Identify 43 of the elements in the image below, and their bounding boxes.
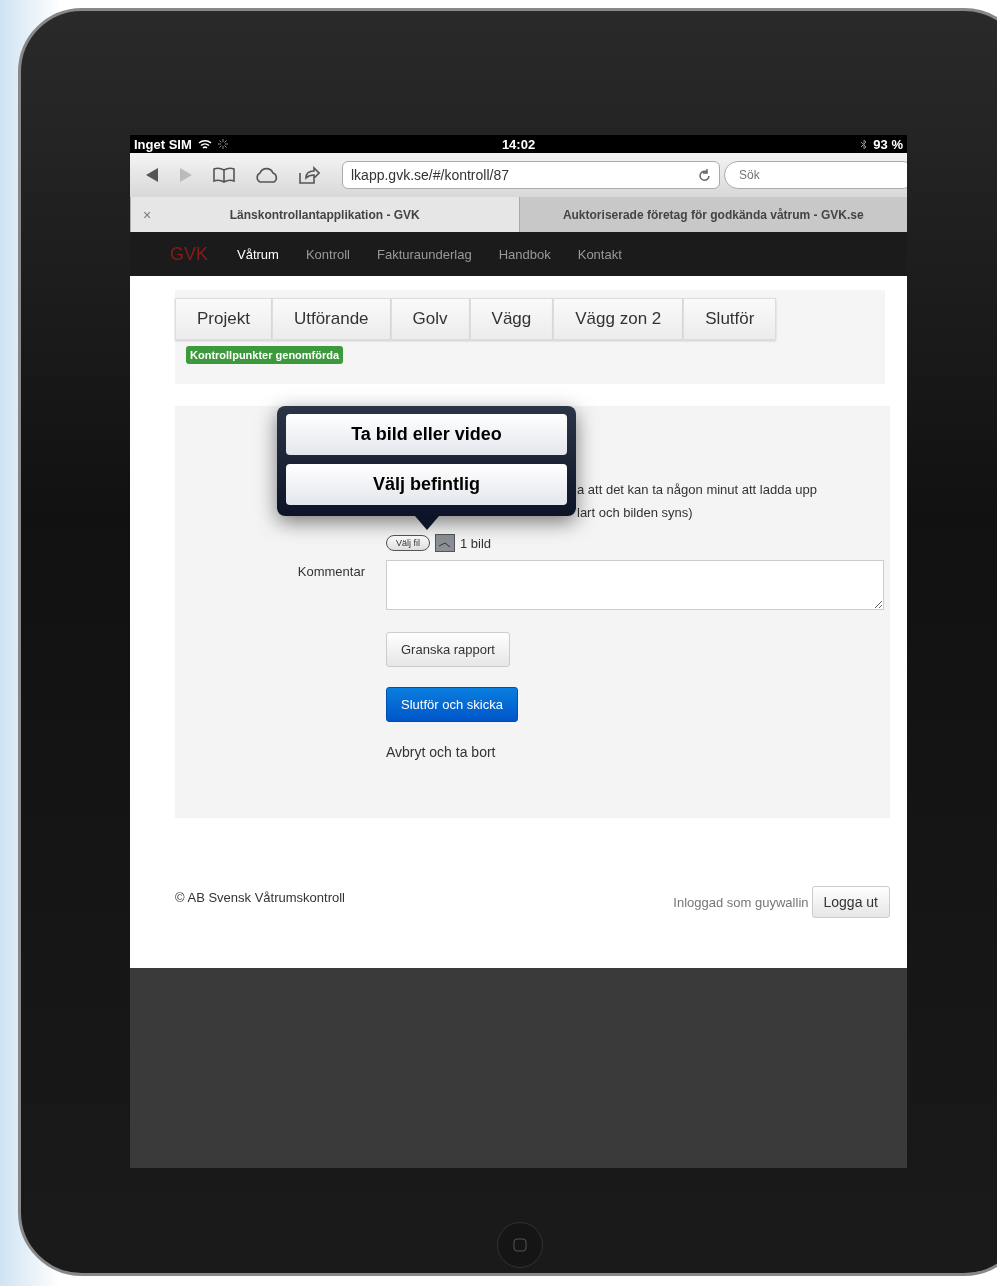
close-tab-icon[interactable]: ×: [143, 206, 152, 223]
reload-icon[interactable]: [698, 168, 711, 182]
step-tab[interactable]: Vägg zon 2: [553, 298, 684, 340]
submit-button[interactable]: Slutför och skicka: [386, 687, 518, 722]
nav-link[interactable]: Kontroll: [305, 246, 350, 262]
popover-arrow-icon: [415, 516, 439, 530]
file-count: 1 bild: [460, 535, 492, 551]
nav-link[interactable]: Våtrum: [237, 246, 279, 262]
step-tab[interactable]: Slutför: [683, 298, 777, 340]
choose-file-button[interactable]: Välj fil: [386, 535, 430, 551]
time-label: 14:02: [501, 136, 536, 152]
bluetooth-icon: [861, 138, 868, 150]
share-icon[interactable]: [298, 166, 320, 184]
popover-option[interactable]: Ta bild eller video: [286, 414, 567, 455]
nav-link[interactable]: Fakturaunderlag: [377, 246, 472, 262]
logout-button[interactable]: Logga ut: [811, 886, 890, 918]
battery-label: 93 %: [873, 136, 903, 152]
step-tab[interactable]: Projekt: [175, 298, 272, 340]
nav-link[interactable]: Handbok: [498, 246, 551, 262]
comment-label: Kommentar: [296, 563, 365, 581]
popover-option[interactable]: Välj befintlig: [286, 464, 567, 505]
copyright-text: © AB Svensk Våtrumskontroll: [175, 890, 345, 905]
back-icon[interactable]: [144, 167, 160, 183]
comment-field[interactable]: [386, 560, 884, 610]
loading-icon: [217, 139, 228, 149]
browser-tab[interactable]: × Länskontrollantapplikation - GVK: [130, 197, 519, 232]
carrier-label: Inget SIM: [134, 136, 192, 152]
url-field[interactable]: lkapp.gvk.se/#/kontroll/87: [342, 161, 720, 189]
bookmarks-icon[interactable]: [212, 167, 236, 183]
nav-link[interactable]: Kontakt: [577, 246, 622, 262]
step-tab[interactable]: Vägg: [469, 298, 554, 340]
home-square-icon: [513, 1238, 527, 1252]
review-report-button[interactable]: Granska rapport: [386, 632, 510, 667]
image-thumbnail-icon: [435, 534, 455, 552]
cloud-icon[interactable]: [254, 167, 280, 183]
status-badge: Kontrollpunkter genomförda: [186, 346, 344, 364]
help-text: a att det kan ta någon minut att ladda upp lart och bilden syns): [577, 481, 818, 522]
cancel-link[interactable]: Avbryt och ta bort: [386, 744, 890, 760]
step-tab[interactable]: Golv: [390, 298, 470, 340]
step-tab[interactable]: Utförande: [271, 298, 391, 340]
logged-in-text: Inloggad som guywallin: [673, 894, 809, 910]
search-field[interactable]: Sök: [724, 161, 907, 189]
wifi-icon: [197, 138, 212, 150]
